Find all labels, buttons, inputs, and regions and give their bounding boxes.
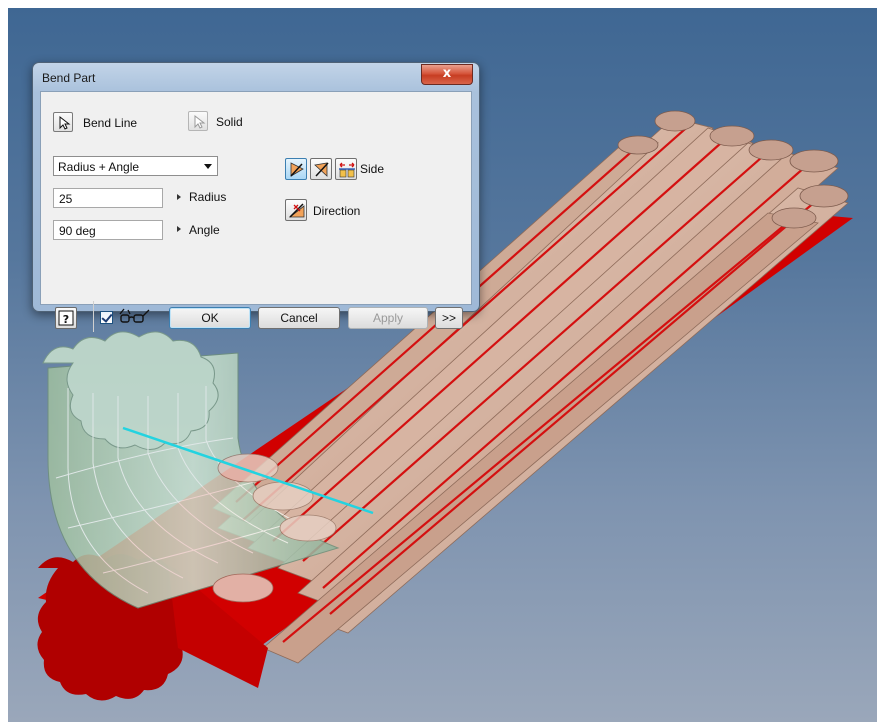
dialog-titlebar[interactable]: Bend Part x bbox=[33, 63, 479, 91]
help-icon: ? bbox=[58, 310, 74, 326]
solid-label: Solid bbox=[216, 115, 243, 129]
radius-value: 25 bbox=[59, 192, 73, 206]
graphics-viewport[interactable]: Bend Part x Bend Line Solid Radius + Ang… bbox=[8, 8, 877, 722]
dialog-title: Bend Part bbox=[42, 71, 96, 85]
help-button[interactable]: ? bbox=[55, 307, 77, 329]
side-symmetric-button[interactable] bbox=[310, 158, 332, 180]
bend-part-dialog: Bend Part x Bend Line Solid Radius + Ang… bbox=[32, 62, 480, 332]
bend-line-select-button[interactable] bbox=[53, 112, 73, 132]
radius-input[interactable]: 25 bbox=[53, 188, 163, 208]
svg-text:?: ? bbox=[63, 313, 69, 326]
solid-select-button[interactable] bbox=[188, 111, 208, 131]
side-flip-button[interactable] bbox=[285, 158, 307, 180]
direction-icon bbox=[288, 203, 305, 218]
bend-mode-selected: Radius + Angle bbox=[58, 160, 140, 174]
pointer-icon-disabled bbox=[194, 114, 206, 129]
direction-label: Direction bbox=[313, 204, 361, 218]
radius-flyout-arrow-icon[interactable] bbox=[177, 194, 181, 200]
bend-mode-dropdown[interactable]: Radius + Angle bbox=[53, 156, 218, 176]
angle-value: 90 deg bbox=[59, 224, 96, 238]
dialog-client-area: Bend Line Solid Radius + Angle 25 Radius… bbox=[40, 91, 472, 332]
cancel-button[interactable]: Cancel bbox=[258, 307, 340, 329]
direction-button[interactable] bbox=[285, 199, 307, 221]
side-both-button[interactable] bbox=[335, 158, 357, 180]
bend-line-label: Bend Line bbox=[83, 116, 138, 130]
angle-flyout-arrow-icon[interactable] bbox=[177, 226, 181, 232]
pointer-icon bbox=[59, 115, 71, 130]
more-options-button[interactable]: >> bbox=[435, 307, 463, 329]
glasses-icon bbox=[119, 308, 150, 323]
side-label: Side bbox=[360, 162, 385, 176]
radius-label: Radius bbox=[189, 190, 227, 204]
ok-button[interactable]: OK bbox=[169, 307, 251, 329]
chevron-down-icon bbox=[204, 164, 212, 169]
side-flip-icon bbox=[290, 162, 304, 177]
side-symmetric-icon bbox=[314, 162, 329, 177]
close-button[interactable]: x bbox=[421, 64, 473, 85]
angle-label: Angle bbox=[189, 223, 220, 237]
side-both-icon bbox=[339, 162, 355, 178]
apply-button[interactable]: Apply bbox=[348, 307, 428, 329]
angle-input[interactable]: 90 deg bbox=[53, 220, 163, 240]
preview-checkbox[interactable] bbox=[100, 311, 113, 324]
